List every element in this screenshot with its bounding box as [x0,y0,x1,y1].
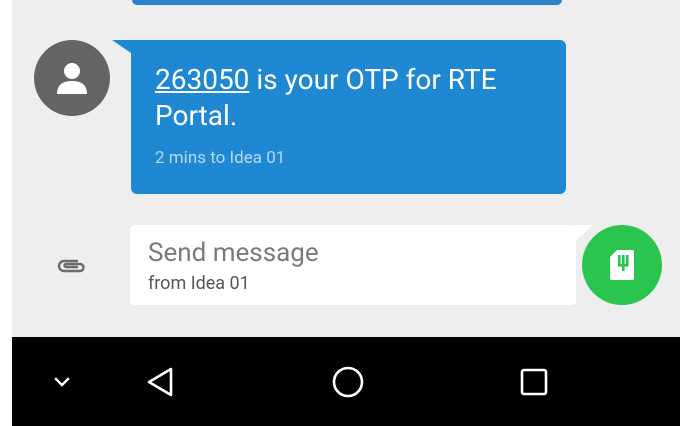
navigation-bar [12,337,680,426]
chevron-down-icon [54,376,70,387]
back-button[interactable] [138,337,182,426]
messaging-screen: 263050 is your OTP for RTE Portal. 2 min… [0,0,680,426]
hide-keyboard-button[interactable] [40,337,84,426]
back-triangle-icon [147,367,173,396]
message-bubble[interactable]: 263050 is your OTP for RTE Portal. 2 min… [112,40,566,194]
message-timestamp: 2 mins to Idea 01 [155,148,286,168]
person-icon [57,63,87,94]
paperclip-icon [57,259,85,273]
home-button[interactable] [325,337,371,426]
previous-message-bubble [132,0,562,5]
contact-avatar[interactable] [34,40,110,116]
conversation-area[interactable]: 263050 is your OTP for RTE Portal. 2 min… [12,0,680,337]
message-input[interactable]: Send message from Idea 01 [130,225,576,305]
message-bubble-body: 263050 is your OTP for RTE Portal. 2 min… [131,40,566,194]
attach-button[interactable] [52,246,92,286]
sim-selection-label: from Idea 01 [148,273,250,294]
otp-link[interactable]: 263050 [155,63,249,96]
recents-button[interactable] [512,337,556,426]
message-text: 263050 is your OTP for RTE Portal. [155,62,542,134]
compose-box[interactable]: Send message from Idea 01 [130,225,593,305]
message-input-placeholder: Send message [148,238,319,268]
send-button[interactable] [582,225,662,305]
sim-card-icon [610,250,634,280]
home-circle-icon [332,366,364,397]
recents-square-icon [520,368,548,395]
